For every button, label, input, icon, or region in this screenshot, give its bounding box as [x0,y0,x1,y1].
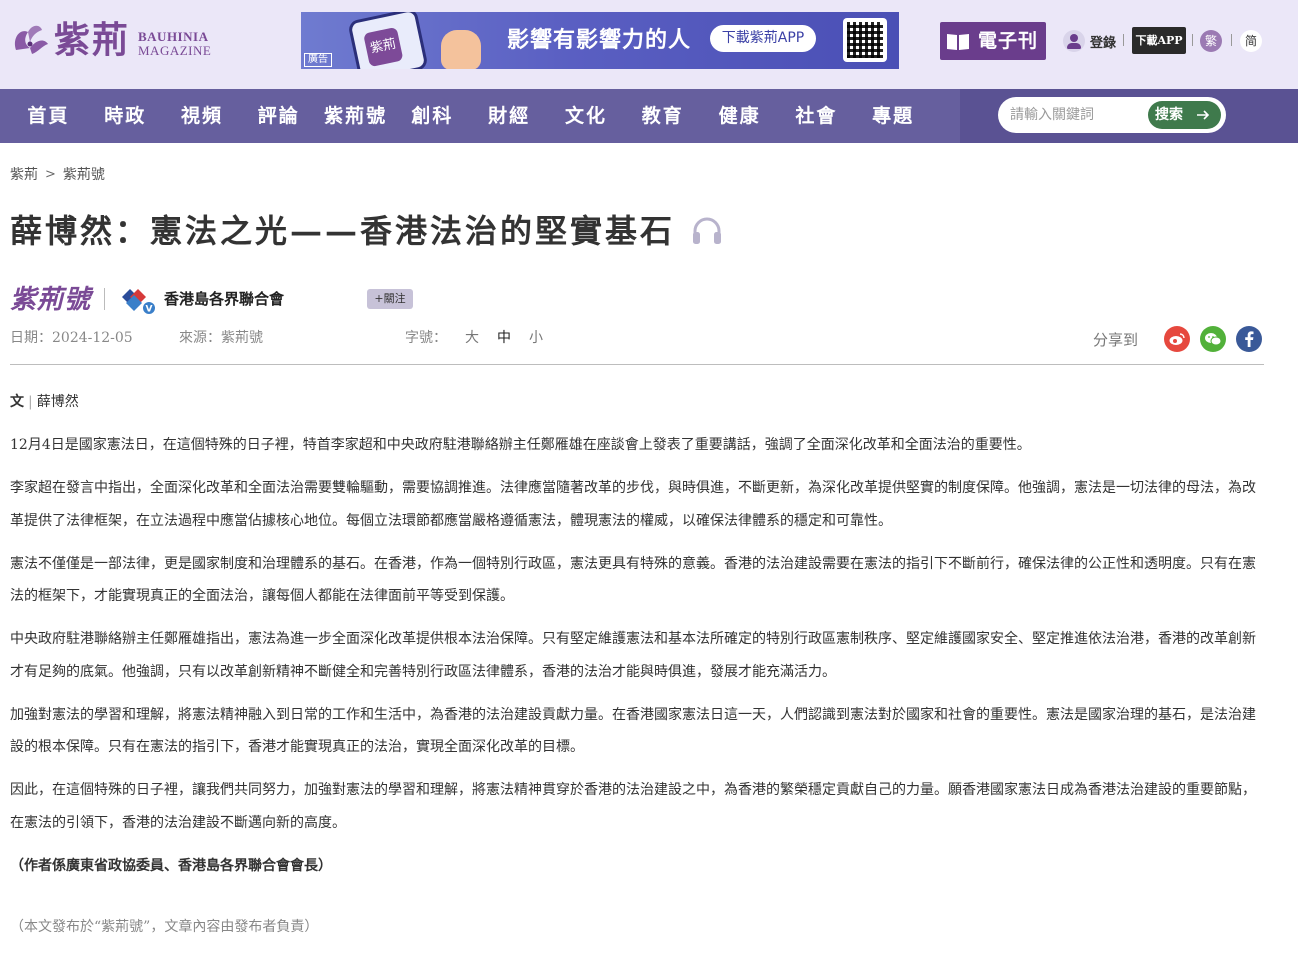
main-nav: 首頁 時政 視頻 評論 紫荊號 創科 財經 文化 教育 健康 社會 專題 搜索 [0,89,1298,143]
breadcrumb-section[interactable]: 紫荊號 [63,164,105,184]
byline-prefix: 文 [10,394,24,410]
byline: 文 | 薛博然 [10,386,1266,419]
login-link[interactable]: 登錄 [1063,30,1116,52]
meta-divider [10,364,1264,365]
divider [1231,34,1232,46]
nav-item-health[interactable]: 健康 [701,89,778,143]
font-size-medium[interactable]: 中 [497,328,511,348]
org-name[interactable]: 香港島各界聯合會 [164,289,284,309]
divider [1123,34,1124,46]
nav-item-video[interactable]: 視頻 [164,89,241,143]
article-paragraph: 加強對憲法的學習和理解，將憲法精神融入到日常的工作和生活中，為香港的法治建設貢獻… [10,706,1256,756]
font-size-selector: 字號： 大 中 小 [405,328,543,348]
article-paragraph: 中央政府駐港聯絡辦主任鄭雁雄指出，憲法為進一步全面深化改革提供根本法治保障。只有… [10,631,1256,680]
nav-item-finance[interactable]: 財經 [471,89,548,143]
ad-slogan: 影響有影響力的人 [507,27,692,53]
share-label: 分享到 [1093,330,1139,349]
facebook-icon[interactable] [1236,326,1263,352]
nav-item-culture[interactable]: 文化 [548,89,625,143]
author-note: （作者係廣東省政協委員、香港島各界聯合會會長） [10,857,332,874]
download-app-button[interactable]: 下載APP [1132,27,1186,54]
article-paragraph: 因此，在這個特殊的日子裡，讓我們共同努力，加強對憲法的學習和理解，將憲法精神貫穿… [10,782,1256,831]
arrow-right-icon [1197,110,1210,120]
lang-traditional-button[interactable]: 繁 [1200,30,1222,52]
org-logo[interactable]: V [118,283,158,315]
login-label: 登錄 [1090,35,1117,51]
logo-en-line1: BAUHINIA [138,29,209,44]
share-bar: 分享到 [1093,326,1263,352]
article-paragraph: 憲法不僅僅是一部法律，更是國家制度和治理體系的基石。在香港，作為一個特別行政區，… [10,555,1256,605]
breadcrumb-home[interactable]: 紫荊 [10,164,38,184]
user-icon [1063,30,1085,52]
breadcrumb: 紫荊 > 紫荊號 [10,164,105,184]
nav-item-society[interactable]: 社會 [778,89,855,143]
ad-banner[interactable]: 紫荊 影響有影響力的人 下載紫荊APP 廣告 [301,12,899,69]
nav-item-politics[interactable]: 時政 [87,89,164,143]
ebook-button[interactable]: 電子刊 [940,22,1046,60]
divider [1192,34,1193,46]
wechat-icon[interactable] [1200,326,1227,352]
search-box: 搜索 [998,97,1226,133]
follow-button[interactable]: +關注 [367,289,413,309]
article-paragraph: 12月4日是國家憲法日，在這個特殊的日子裡，特首李家超和中央政府駐港聯絡辦主任鄭… [10,437,1031,453]
zijing-hao-logo[interactable]: 紫荊號 [10,282,91,318]
nav-item-zijing-hao[interactable]: 紫荊號 [317,89,394,143]
search-button[interactable]: 搜索 [1148,101,1221,129]
logo-chinese: 紫荊 [54,19,131,61]
bauhinia-flower-icon [14,25,48,54]
search-button-label: 搜索 [1155,107,1183,123]
top-header: 紫荊 BAUHINIA MAGAZINE 紫荊 影響有影響力的人 下載紫荊APP… [0,0,1298,89]
ebook-label: 電子刊 [978,30,1039,52]
site-logo[interactable]: 紫荊 BAUHINIA MAGAZINE [10,18,211,64]
article-paragraph: 李家超在發言中指出，全面深化改革和全面法治需要雙輪驅動，需要協調推進。法律應當隨… [10,480,1256,529]
svg-text:V: V [146,305,153,315]
article-body: 文 | 薛博然 12月4日是國家憲法日，在這個特殊的日子裡，特首李家超和中央政府駐港… [10,386,1266,893]
byline-separator: | [28,394,33,410]
disclaimer: （本文發布於“紫荊號”，文章內容由發布者負責） [10,919,319,935]
divider [104,288,105,310]
weibo-icon[interactable] [1164,326,1191,352]
search-input[interactable] [1010,97,1150,133]
nav-items: 首頁 時政 視頻 評論 紫荊號 創科 財經 文化 教育 健康 社會 專題 [10,89,932,143]
logo-en-line2: MAGAZINE [138,43,212,58]
nav-item-education[interactable]: 教育 [624,89,701,143]
font-size-large[interactable]: 大 [465,328,479,348]
font-size-small[interactable]: 小 [529,328,543,348]
nav-item-home[interactable]: 首頁 [10,89,87,143]
book-icon [947,34,969,50]
article-title: 薛博然：憲法之光——香港法治的堅實基石 [10,212,676,250]
nav-item-topics[interactable]: 專題 [855,89,932,143]
qr-code-icon [843,18,887,62]
article-title-row: 薛博然：憲法之光——香港法治的堅實基石 [10,206,725,256]
nav-item-commentary[interactable]: 評論 [240,89,317,143]
chevron-right-icon: > [45,166,56,182]
font-size-label: 字號： [405,330,447,346]
byline-author: 薛博然 [36,394,79,410]
article-date: 日期：2024-12-05 [10,330,133,346]
article-source: 來源：紫荊號 [179,330,263,346]
lang-simplified-button[interactable]: 简 [1240,30,1262,52]
headphone-icon[interactable] [689,213,725,249]
nav-item-innovation[interactable]: 創科 [394,89,471,143]
phone-app-icon: 紫荊 [363,26,404,68]
ad-download-button[interactable]: 下載紫荊APP [710,25,816,52]
logo-english: BAUHINIA MAGAZINE [138,30,211,58]
phone-illustration: 紫荊 [347,12,429,69]
hand-illustration [441,30,481,69]
ad-tag: 廣告 [304,53,332,67]
